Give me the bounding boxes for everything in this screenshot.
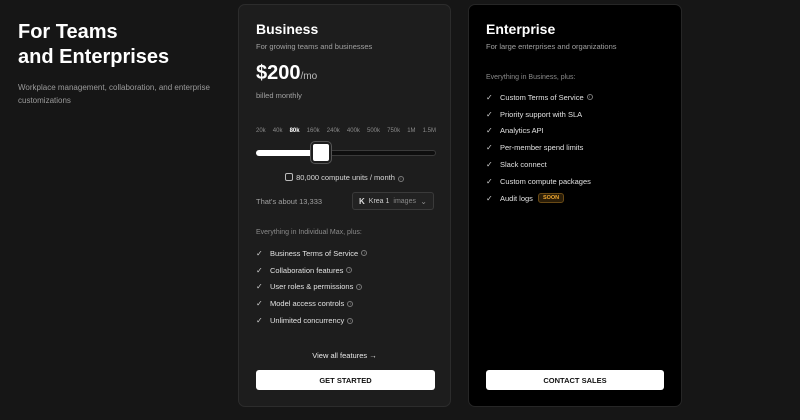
enterprise-plan-title: Enterprise (486, 21, 556, 37)
intro-description: Workplace management, collaboration, and… (18, 83, 210, 105)
check-icon: ✓ (486, 160, 493, 170)
info-icon[interactable]: i (347, 317, 354, 324)
info-icon[interactable]: i (346, 267, 353, 274)
price-amount: $200 (256, 62, 301, 84)
tier-tick-9[interactable]: 1.5M (423, 128, 436, 134)
tier-tick-4[interactable]: 240k (327, 128, 340, 134)
view-all-features-link[interactable]: View all features → (239, 351, 450, 360)
model-select[interactable]: K Krea 1 images ⌄ (352, 192, 434, 210)
tier-tick-6[interactable]: 500k (367, 128, 380, 134)
business-feature-list: ✓ Business Terms of Service i ✓ Collaboratio… (256, 245, 368, 329)
enterprise-feature-list: ✓ Custom Terms of Service i ✓ Priority suppo… (486, 89, 593, 207)
check-icon: ✓ (256, 248, 263, 258)
check-icon: ✓ (486, 143, 493, 153)
check-icon: ✓ (256, 299, 263, 309)
feature-label: Model access controls (270, 299, 345, 309)
check-icon: ✓ (256, 282, 263, 292)
feature-item: ✓ Slack connect (486, 156, 593, 173)
billing-period: billed monthly (256, 91, 302, 100)
business-plan-card: Business For growing teams and businesse… (238, 4, 451, 407)
compute-tier-ticks: 20k 40k 80k 160k 240k 400k 500k 750k 1M 1.5M (256, 128, 436, 134)
slider-thumb[interactable] (311, 142, 331, 163)
check-icon: ✓ (256, 265, 263, 275)
feature-label: Audit logs (500, 193, 533, 203)
feature-item: ✓ Unlimited concurrency i (256, 312, 367, 329)
tier-tick-3[interactable]: 160k (307, 128, 320, 134)
feature-item: ✓ Model access controls i (256, 295, 367, 312)
feature-item: ✓ Priority support with SLA (486, 106, 593, 123)
info-icon[interactable]: i (397, 176, 404, 182)
feature-item: ✓ Business Terms of Service i (256, 245, 368, 262)
page-title: For Teams and Enterprises (18, 20, 218, 70)
page-title-line-2: and Enterprises (18, 46, 170, 68)
feature-label: Custom Terms of Service (500, 92, 584, 102)
info-icon[interactable]: i (586, 94, 593, 101)
feature-label: User roles & permissions (270, 282, 354, 292)
enterprise-features-label: Everything in Business, plus: (486, 74, 576, 81)
feature-label: Slack connect (500, 160, 547, 170)
info-icon[interactable]: i (347, 300, 354, 307)
tier-tick-5[interactable]: 400k (347, 128, 360, 134)
business-price: $200/mo (256, 62, 317, 85)
check-icon: ✓ (486, 193, 493, 203)
feature-label: Unlimited concurrency (270, 316, 345, 326)
cpu-icon (285, 173, 294, 181)
business-features-label: Everything in Individual Max, plus: (256, 229, 362, 236)
price-unit: /mo (300, 71, 318, 82)
tier-tick-8[interactable]: 1M (407, 128, 415, 134)
feature-item: ✓ Analytics API (486, 123, 593, 140)
model-unit: images (393, 197, 416, 205)
enterprise-plan-subtitle: For large enterprises and organizations (486, 42, 617, 51)
krea-logo-icon: K (359, 196, 365, 206)
business-plan-subtitle: For growing teams and businesses (256, 42, 373, 51)
compute-slider[interactable] (256, 141, 436, 165)
feature-item: ✓ Audit logs SOON (486, 190, 593, 207)
soon-badge: SOON (537, 193, 565, 204)
model-name: Krea 1 (368, 197, 390, 205)
check-icon: ✓ (486, 92, 493, 102)
info-icon[interactable]: i (356, 283, 363, 290)
tier-tick-2[interactable]: 80k (290, 128, 300, 134)
check-icon: ✓ (486, 126, 493, 136)
check-icon: ✓ (486, 109, 493, 119)
feature-item: ✓ Custom Terms of Service i (486, 89, 593, 106)
compute-units-readout: 80,000 compute units / month i (239, 173, 450, 182)
tier-tick-0[interactable]: 20k (256, 128, 266, 134)
feature-label: Priority support with SLA (500, 109, 583, 119)
feature-item: ✓ Per-member spend limits (486, 139, 593, 156)
enterprise-plan-card: Enterprise For large enterprises and org… (468, 4, 682, 407)
feature-label: Business Terms of Service (270, 248, 359, 258)
page-title-line-1: For Teams (18, 21, 118, 43)
feature-label: Custom compute packages (500, 176, 591, 186)
intro-section: For Teams and Enterprises Workplace mana… (18, 20, 218, 107)
business-plan-title: Business (256, 21, 319, 37)
chevron-down-icon: ⌄ (420, 196, 427, 206)
check-icon: ✓ (256, 316, 263, 326)
feature-item: ✓ User roles & permissions i (256, 279, 367, 296)
info-icon[interactable]: i (361, 250, 368, 257)
get-started-button[interactable]: GET STARTED (256, 370, 435, 390)
feature-item: ✓ Custom compute packages (486, 173, 593, 190)
feature-label: Collaboration features (270, 265, 344, 275)
feature-item: ✓ Collaboration features i (256, 262, 367, 279)
contact-sales-button[interactable]: CONTACT SALES (486, 370, 664, 390)
tier-tick-1[interactable]: 40k (273, 128, 283, 134)
compute-units-text: 80,000 compute units / month (296, 173, 395, 182)
feature-label: Analytics API (500, 126, 544, 136)
feature-label: Per-member spend limits (500, 143, 584, 153)
check-icon: ✓ (486, 176, 493, 186)
tier-tick-7[interactable]: 750k (387, 128, 400, 134)
equivalent-output-text: That's about 13,333 (256, 197, 323, 206)
